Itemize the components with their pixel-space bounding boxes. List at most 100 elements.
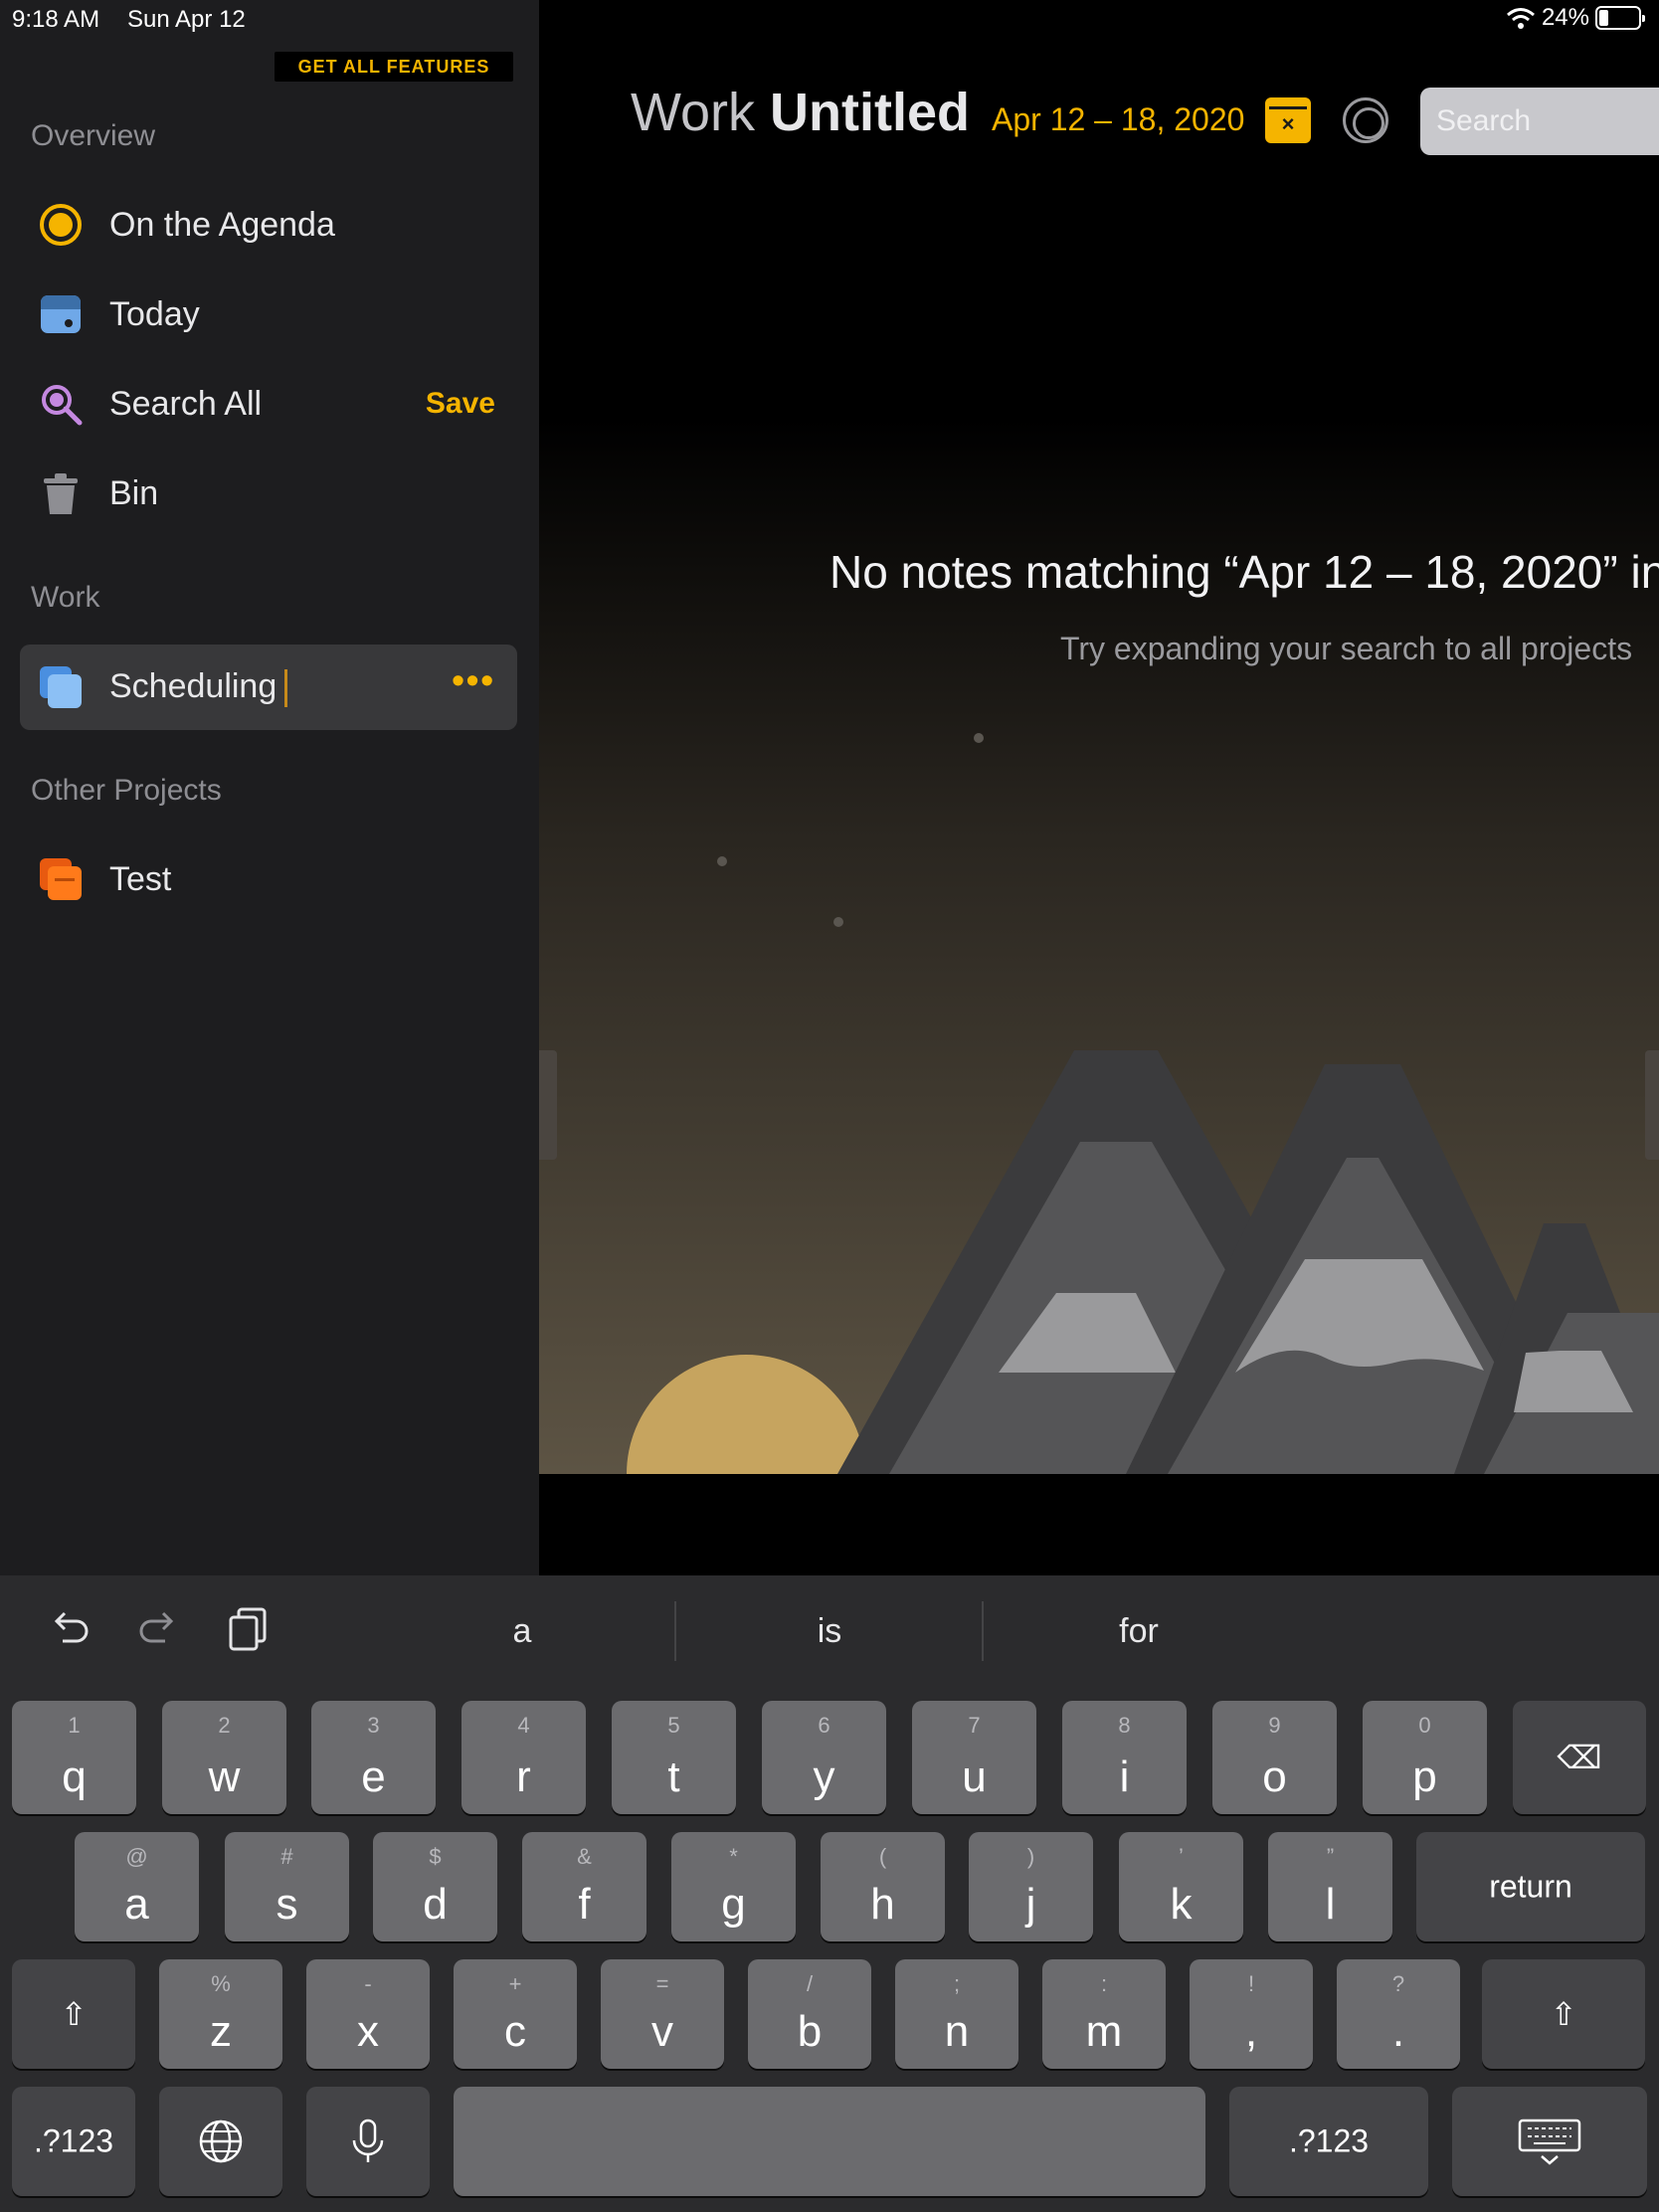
key-punct[interactable]: ?. <box>1337 1959 1460 2069</box>
key-secondary-label: - <box>364 1971 372 1996</box>
sidebar-item-on-the-agenda[interactable]: On the Agenda <box>20 183 517 267</box>
numbers-key-left[interactable]: .?123 <box>12 2087 135 2196</box>
key-label: f <box>578 1880 591 1929</box>
key-z[interactable]: % z <box>159 1959 282 2069</box>
sidebar-item-bin[interactable]: Bin <box>20 452 517 535</box>
note-title[interactable]: Untitled <box>770 82 970 143</box>
key-secondary-label: ’ <box>1179 1844 1184 1869</box>
shift-left-key-label: ⇧ <box>60 1996 88 2032</box>
suggestion-divider <box>674 1601 676 1661</box>
suggestion-1[interactable]: a <box>373 1603 671 1659</box>
key-k[interactable]: ’ k <box>1119 1832 1243 1941</box>
key-e[interactable]: 3e <box>311 1701 436 1814</box>
key-secondary-label: % <box>211 1971 231 1996</box>
key-label: o <box>1262 1752 1287 1801</box>
space-key[interactable] <box>454 2087 1205 2196</box>
sidebar-item-label: Today <box>109 294 200 333</box>
backspace-key[interactable]: ⌫ <box>1513 1701 1646 1814</box>
key-p[interactable]: 0p <box>1363 1701 1487 1814</box>
status-bar: 9:18 AM Sun Apr 12 24% <box>0 0 1659 40</box>
key-a[interactable]: @ a <box>75 1832 199 1941</box>
hide-keyboard-key[interactable] <box>1452 2087 1647 2196</box>
battery-icon <box>1595 6 1645 30</box>
sidebar-item-today[interactable]: Today <box>20 273 517 356</box>
calendar-icon <box>38 291 84 337</box>
key-secondary-label: 1 <box>68 1713 81 1738</box>
right-edge-handle[interactable] <box>1645 1050 1659 1160</box>
section-title-other-projects: Other Projects <box>31 774 222 807</box>
suggestion-3[interactable]: for <box>990 1603 1288 1659</box>
key-w[interactable]: 2w <box>162 1701 286 1814</box>
status-time: 9:18 AM <box>12 6 100 33</box>
key-v[interactable]: = v <box>601 1959 724 2069</box>
key-label: b <box>797 2007 823 2056</box>
key-x[interactable]: -x <box>306 1959 430 2069</box>
key-n[interactable]: ; n <box>895 1959 1018 2069</box>
left-edge-handle[interactable] <box>539 1050 557 1160</box>
redo-icon[interactable] <box>135 1605 183 1653</box>
wifi-icon <box>1506 8 1535 29</box>
sidebar-item-search-all[interactable]: Search All Save <box>20 362 517 446</box>
search-field[interactable] <box>1420 88 1659 155</box>
microphone-icon <box>352 2119 384 2162</box>
key-label: a <box>124 1880 149 1929</box>
section-title-work: Work <box>31 581 100 614</box>
key-label: x <box>357 2007 379 2056</box>
agenda-toggle-icon[interactable] <box>1343 97 1388 143</box>
key-punct[interactable]: !, <box>1190 1959 1313 2069</box>
shift-left-key[interactable]: ⇧ <box>12 1959 135 2069</box>
key-label: m <box>1085 2007 1123 2056</box>
sidebar-item-test[interactable]: Test <box>20 837 517 921</box>
sidebar-item-scheduling[interactable]: Scheduling ••• <box>20 645 517 730</box>
undo-icon[interactable] <box>45 1605 92 1653</box>
key-m[interactable]: :m <box>1042 1959 1166 2069</box>
key-h[interactable]: (h <box>821 1832 945 1941</box>
key-b[interactable]: / b <box>748 1959 871 2069</box>
calendar-filter-clear-button[interactable]: × <box>1265 97 1311 143</box>
search-input[interactable] <box>1420 88 1659 155</box>
key-i[interactable]: 8i <box>1062 1701 1187 1814</box>
get-all-features-button[interactable]: GET ALL FEATURES <box>275 52 513 82</box>
sidebar-item-label: Scheduling <box>109 667 288 707</box>
key-y[interactable]: 6y <box>762 1701 886 1814</box>
note-header: Work Untitled Apr 12 – 18, 2020 × <box>539 60 1659 159</box>
return-key[interactable]: return <box>1416 1832 1645 1941</box>
numbers-key-right[interactable]: .?123 <box>1229 2087 1428 2196</box>
key-secondary-label: : <box>1100 1971 1108 1996</box>
key-g[interactable]: * g <box>671 1832 796 1941</box>
save-search-button[interactable]: Save <box>426 387 495 421</box>
key-l[interactable]: ” l <box>1268 1832 1392 1941</box>
return-key-label: return <box>1489 1868 1572 1905</box>
scene-bottom-bar <box>539 1474 1659 1575</box>
key-r[interactable]: 4r <box>461 1701 586 1814</box>
key-o[interactable]: 9o <box>1212 1701 1337 1814</box>
shift-right-key[interactable]: ⇧ <box>1482 1959 1645 2069</box>
key-label: . <box>1391 2007 1405 2056</box>
key-secondary-label: 7 <box>968 1713 981 1738</box>
key-c[interactable]: + c <box>454 1959 577 2069</box>
suggestion-2[interactable]: is <box>680 1603 979 1659</box>
key-q[interactable]: 1q <box>12 1701 136 1814</box>
sidebar-item-label: Test <box>109 859 172 898</box>
key-secondary-label: 9 <box>1268 1713 1281 1738</box>
dictation-key[interactable] <box>306 2087 430 2196</box>
key-secondary-label: ; <box>953 1971 961 1996</box>
date-filter[interactable]: Apr 12 – 18, 2020 <box>992 101 1244 138</box>
globe-key[interactable] <box>159 2087 282 2196</box>
key-label: c <box>504 2007 526 2056</box>
key-d[interactable]: $ d <box>373 1832 497 1941</box>
key-secondary-label: ? <box>1391 1971 1405 1996</box>
key-s[interactable]: # s <box>225 1832 349 1941</box>
key-secondary-label: ” <box>1326 1844 1335 1869</box>
key-u[interactable]: 7u <box>912 1701 1036 1814</box>
numbers-key-right-label: .?123 <box>1288 2122 1370 2159</box>
key-j[interactable]: ) j <box>969 1832 1093 1941</box>
key-t[interactable]: 5t <box>612 1701 736 1814</box>
clipboard-icon[interactable] <box>225 1605 273 1653</box>
key-f[interactable]: & f <box>522 1832 646 1941</box>
status-date: Sun Apr 12 <box>127 6 246 33</box>
key-label: e <box>361 1752 386 1801</box>
key-secondary-label: 2 <box>218 1713 231 1738</box>
key-secondary-label: 3 <box>367 1713 380 1738</box>
more-options-button[interactable]: ••• <box>452 662 495 698</box>
